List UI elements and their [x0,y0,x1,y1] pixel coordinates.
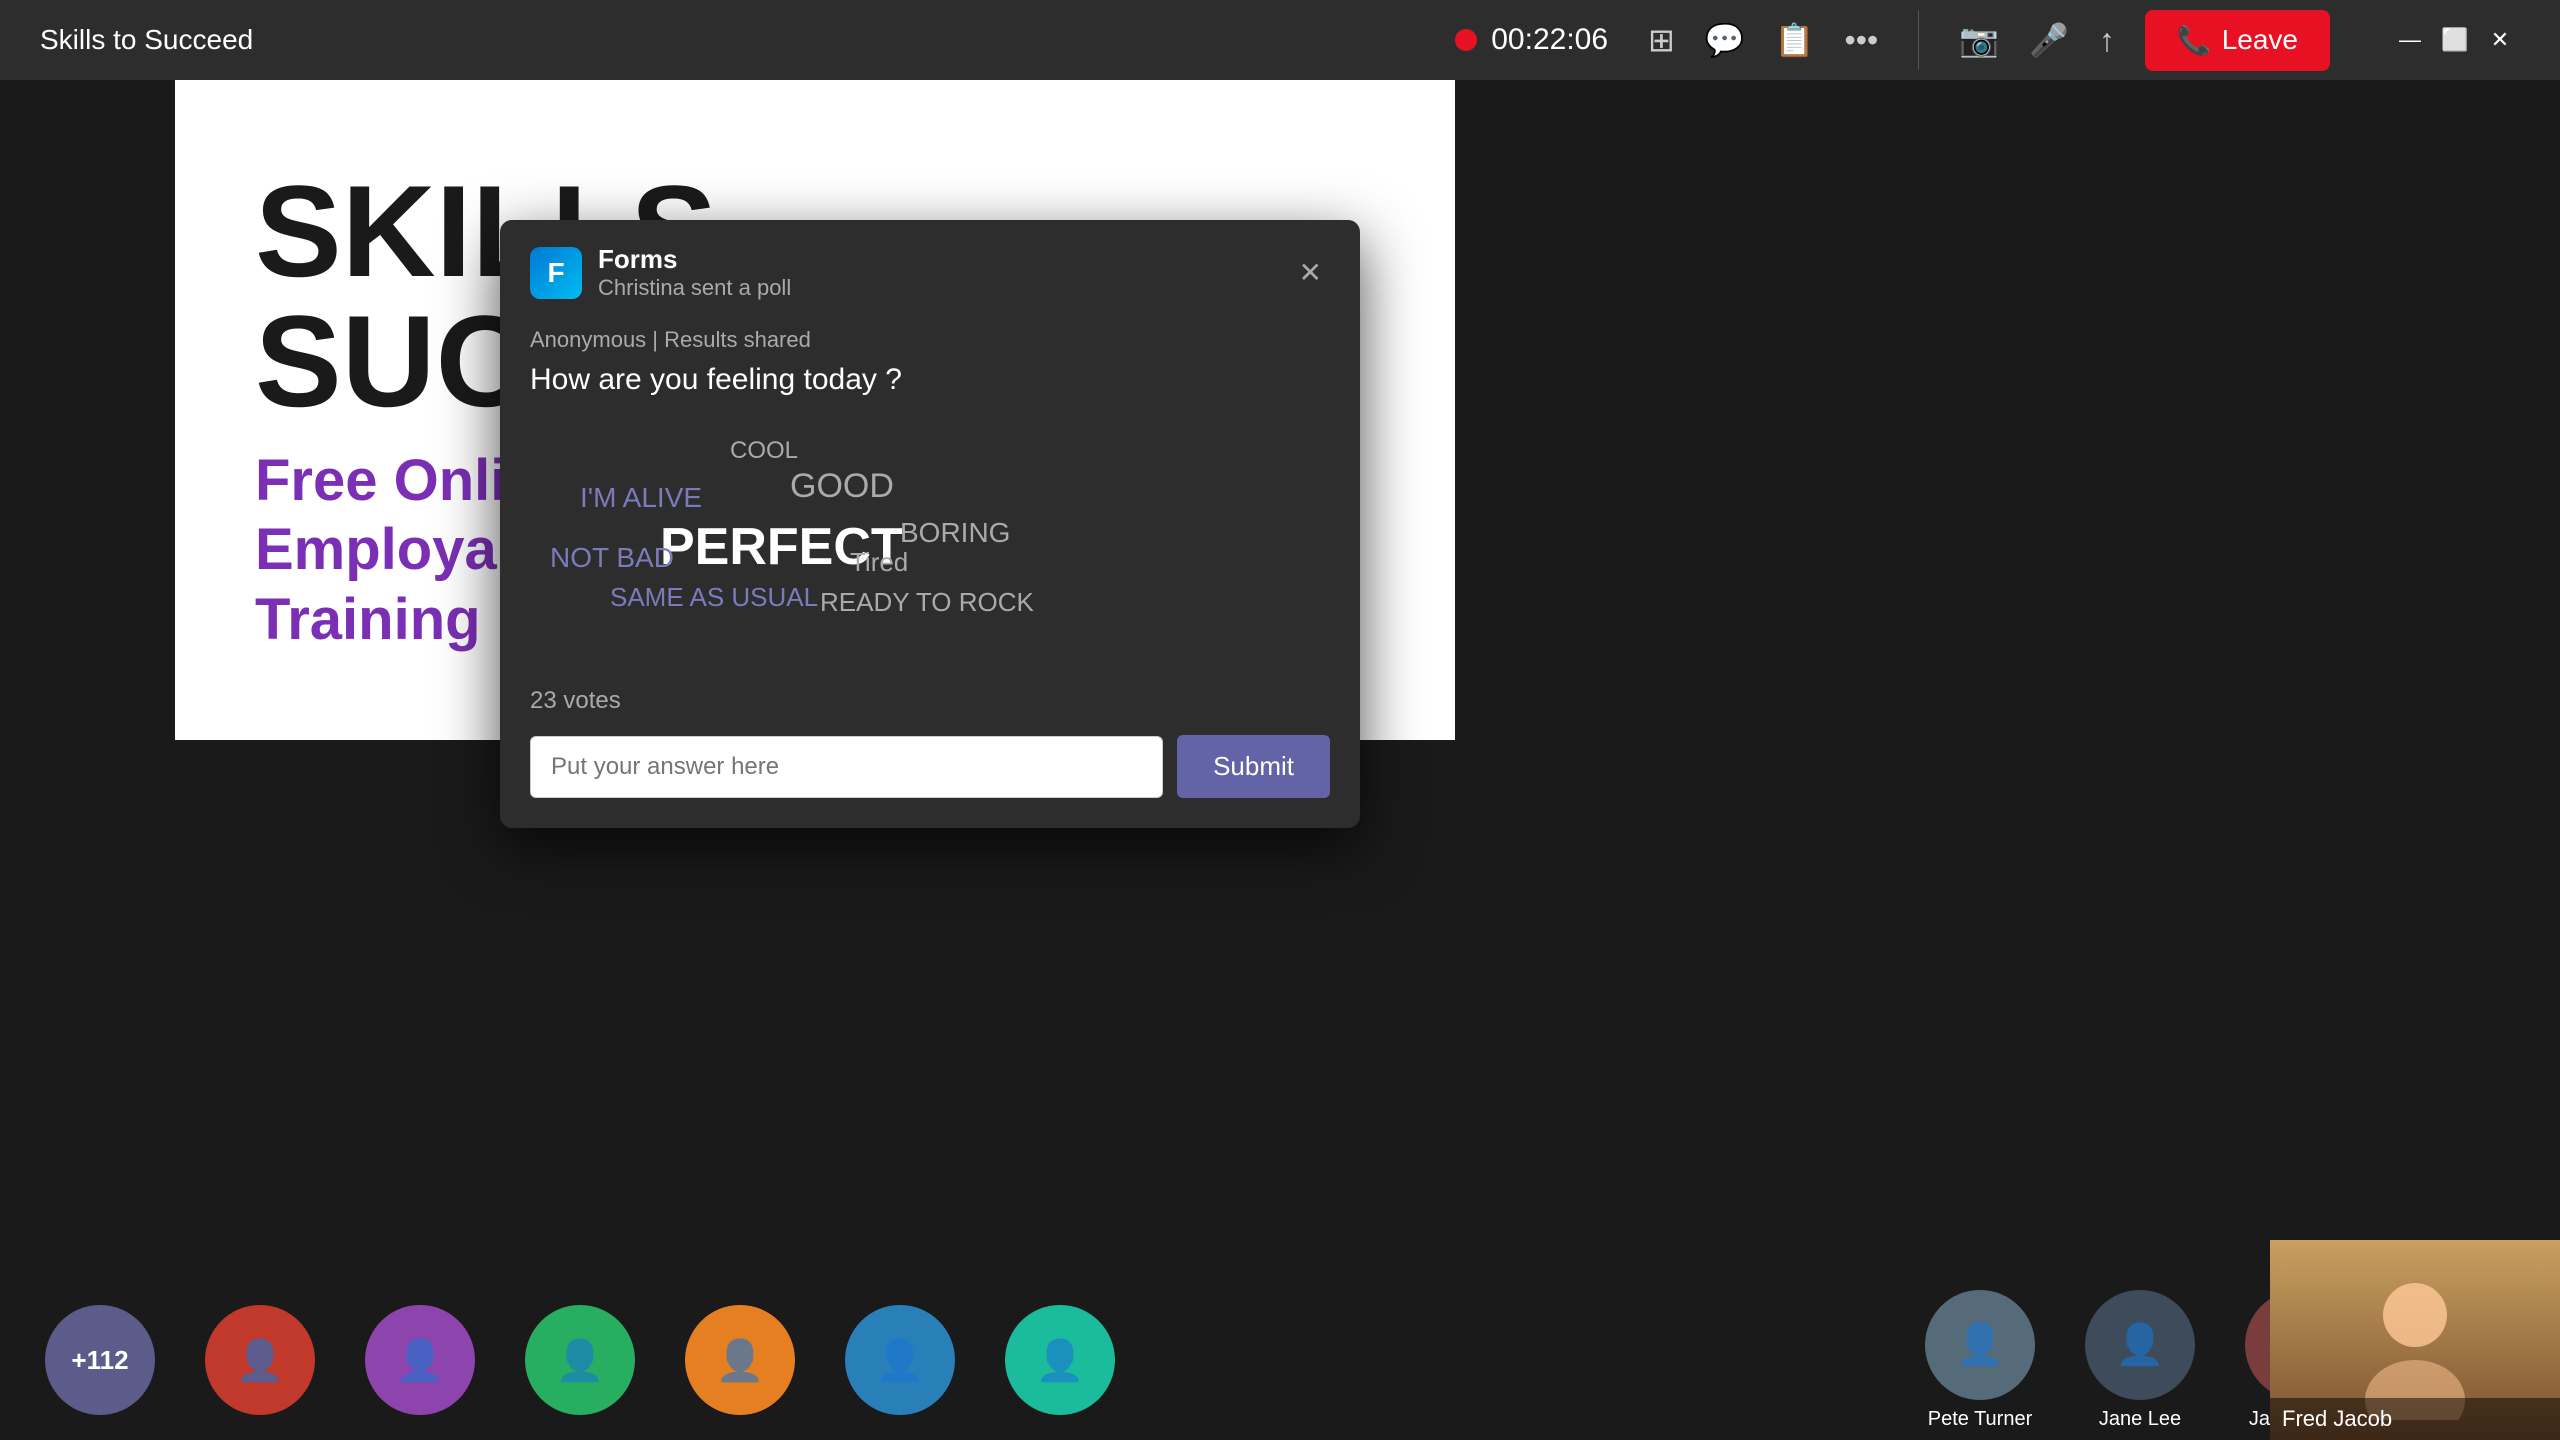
close-button[interactable]: ✕ [2480,20,2520,60]
toolbar-divider [1918,10,1919,70]
fred-video-label: Fred Jacob [2270,1398,2560,1440]
forms-poll-popup: F Forms Christina sent a poll ✕ Anonymou… [500,220,1360,828]
participant-bar: +112 👤 👤 👤 👤 👤 👤 👤 P [0,1280,2560,1440]
poll-question: How are you feeling today ? [530,363,1330,397]
avatar-5: 👤 [845,1305,955,1415]
avatar-4: 👤 [685,1305,795,1415]
popup-header-left: F Forms Christina sent a poll [530,244,791,301]
pete-avatar: 👤 [1925,1290,2035,1400]
minimize-button[interactable]: — [2390,20,2430,60]
votes-count: 23 votes [530,687,1330,715]
participant-avatar-3: 👤 [500,1305,660,1415]
word-cloud: PERFECTGOODCOOLI'M ALIVENOT BADBORINGTir… [530,427,1330,667]
pete-name: Pete Turner [1928,1408,2033,1431]
cloud-word-ready-to-rock: READY TO ROCK [820,587,1034,618]
participant-jane-lee: 👤 Jane Lee [2060,1290,2220,1431]
participant-avatar-4: 👤 [660,1305,820,1415]
cloud-word-not-bad: NOT BAD [550,542,674,574]
submit-button[interactable]: Submit [1177,735,1330,798]
popup-body: Anonymous | Results shared How are you f… [500,317,1360,828]
fred-jacob-name: Fred Jacob [2282,1406,2392,1431]
poll-meta: Anonymous | Results shared [530,327,1330,353]
title-bar-left: Skills to Succeed [40,24,253,56]
forms-app-icon: F [530,247,582,299]
more-badge: +112 [45,1305,155,1415]
window-controls: — ⬜ ✕ [2390,20,2520,60]
share-icon[interactable]: ↑ [2099,22,2115,59]
popup-app-name: Forms [598,244,791,275]
cloud-word-cool: COOL [730,437,798,465]
participants-icon[interactable]: ⊞ [1648,21,1675,59]
notes-icon[interactable]: 📋 [1775,21,1815,59]
participant-avatar-6: 👤 [980,1305,1140,1415]
popup-title-group: Forms Christina sent a poll [598,244,791,301]
recording-time: 00:22:06 [1491,23,1608,57]
answer-row: Submit [530,735,1330,798]
jane-avatar: 👤 [2085,1290,2195,1400]
camera-icon[interactable]: 📷 [1959,21,1999,59]
participant-pete-turner: 👤 Pete Turner [1900,1290,2060,1431]
cloud-word-good: GOOD [790,467,894,506]
cloud-word-same-as-usual: SAME AS USUAL [610,582,818,613]
popup-sent-by: Christina sent a poll [598,275,791,301]
jane-name: Jane Lee [2099,1408,2181,1431]
participant-avatar-5: 👤 [820,1305,980,1415]
avatar-3: 👤 [525,1305,635,1415]
chat-icon[interactable]: 💬 [1705,21,1745,59]
avatar-6: 👤 [1005,1305,1115,1415]
cloud-word-boring: BORING [900,517,1010,549]
toolbar: ⊞ 💬 📋 ••• 📷 🎤 ↑ 📞 Leave [1648,10,2330,71]
more-participants[interactable]: +112 [20,1305,180,1415]
cloud-word-i-m-alive: I'M ALIVE [580,482,702,514]
answer-input[interactable] [530,736,1163,798]
popup-header: F Forms Christina sent a poll ✕ [500,220,1360,317]
restore-button[interactable]: ⬜ [2435,20,2475,60]
title-bar: Skills to Succeed 00:22:06 ⊞ 💬 📋 ••• 📷 🎤… [0,0,2560,80]
avatar-1: 👤 [205,1305,315,1415]
participant-avatar-2: 👤 [340,1305,500,1415]
recording-indicator: 00:22:06 [1455,23,1608,57]
popup-close-button[interactable]: ✕ [1291,252,1330,293]
window-title: Skills to Succeed [40,24,253,56]
avatar-2: 👤 [365,1305,475,1415]
recording-dot [1455,29,1477,51]
mic-icon[interactable]: 🎤 [2029,21,2069,59]
fred-jacob-video: Fred Jacob [2270,1240,2560,1440]
fred-silhouette [2355,1260,2475,1420]
more-icon[interactable]: ••• [1845,22,1879,59]
participant-avatar-1: 👤 [180,1305,340,1415]
cloud-word-tired: Tired [850,547,908,578]
leave-button[interactable]: 📞 Leave [2145,10,2330,71]
